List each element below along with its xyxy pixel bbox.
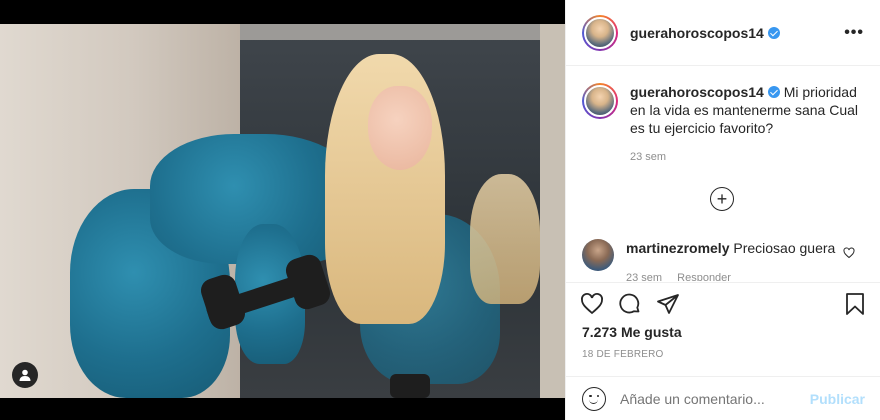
more-options-icon[interactable]: ••• (844, 24, 864, 42)
bookmark-icon (846, 292, 864, 315)
main-figure-face (368, 86, 432, 170)
post-details-panel: guerahoroscopos14 ••• guerahoroscopos14 … (565, 0, 880, 420)
comment-text: Preciosao guera (733, 240, 836, 256)
comment-button[interactable] (616, 290, 644, 318)
avatar-image (584, 85, 616, 117)
likes-number: 7.273 (582, 324, 618, 340)
comment-timestamp[interactable]: 23 sem (626, 272, 662, 281)
add-comment-bar: Publicar (566, 376, 880, 420)
comment-meta: 23 sem Responder (626, 269, 835, 281)
post-actions (566, 282, 880, 324)
avatar-image (584, 16, 616, 49)
photo-background-wall-right (540, 24, 565, 398)
comment-heart-icon[interactable] (843, 247, 855, 259)
verified-badge-icon (767, 86, 780, 98)
share-icon (657, 293, 679, 314)
profile-avatar[interactable] (582, 14, 618, 51)
likes-count[interactable]: 7.273 Me gusta (582, 324, 682, 340)
likes-label: Me gusta (620, 324, 682, 340)
caption-username[interactable]: guerahoroscopos14 (630, 84, 764, 100)
comments-section: guerahoroscopos14 Mi prioridad en la vid… (566, 67, 880, 281)
photo-mirror-frame (240, 24, 540, 40)
comment-input[interactable] (620, 390, 810, 407)
verified-badge-icon (767, 26, 780, 39)
emoji-mouth (589, 399, 598, 404)
post-media (0, 0, 565, 420)
caption-avatar[interactable] (582, 83, 618, 119)
commenter-avatar[interactable] (582, 239, 614, 271)
post-date[interactable]: 18 DE FEBRERO (582, 349, 664, 360)
heart-icon (581, 292, 603, 314)
emoji-icon[interactable] (582, 386, 606, 411)
comment-body: martinezromely Preciosao guera 23 sem Re… (626, 239, 835, 281)
comment-icon (619, 293, 640, 313)
caption-timestamp[interactable]: 23 sem (630, 151, 865, 163)
save-button[interactable] (841, 290, 869, 318)
post-photo[interactable] (0, 24, 565, 398)
comment-username[interactable]: martinezromely (626, 240, 729, 256)
floor-dumbbell (390, 374, 430, 398)
header-username[interactable]: guerahoroscopos14 (630, 25, 764, 41)
reflection-hair (470, 174, 540, 304)
reply-button[interactable]: Responder (677, 272, 731, 281)
load-more-comments-button[interactable]: + (710, 187, 734, 211)
post-caption: guerahoroscopos14 Mi prioridad en la vid… (582, 83, 865, 137)
comment-item: martinezromely Preciosao guera 23 sem Re… (582, 239, 865, 281)
publish-button[interactable]: Publicar (810, 391, 865, 407)
caption-text-block: guerahoroscopos14 Mi prioridad en la vid… (630, 83, 860, 137)
post-header: guerahoroscopos14 ••• (566, 0, 880, 66)
share-button[interactable] (654, 290, 682, 318)
like-button[interactable] (578, 290, 606, 318)
user-tag-icon[interactable] (12, 362, 38, 388)
